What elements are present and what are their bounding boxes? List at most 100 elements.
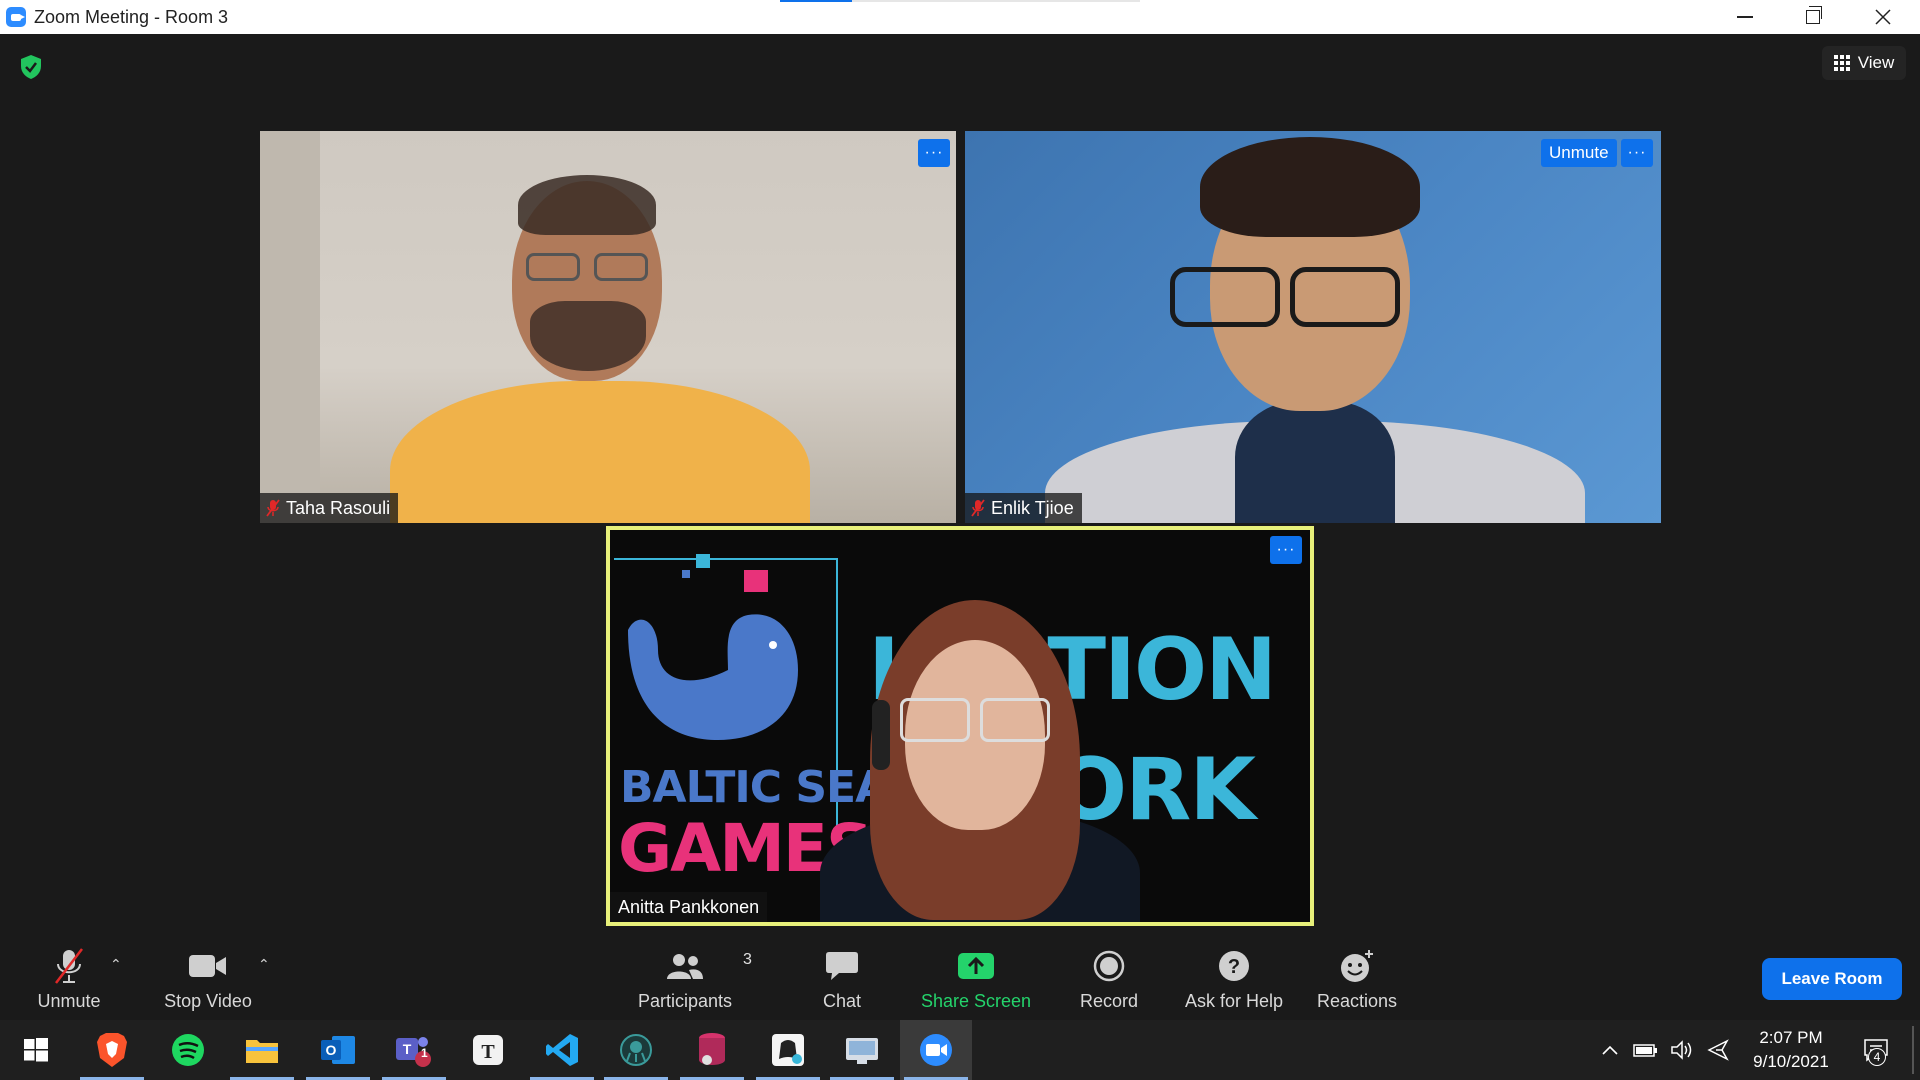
window-title: Zoom Meeting - Room 3 bbox=[34, 6, 229, 27]
battery-icon[interactable] bbox=[1630, 1020, 1662, 1080]
taskbar-gitkraken[interactable] bbox=[600, 1020, 672, 1080]
participants-count: 3 bbox=[743, 951, 752, 968]
seal-logo-icon bbox=[628, 614, 798, 740]
mic-muted-icon bbox=[266, 499, 280, 517]
security-shield-icon[interactable] bbox=[20, 54, 42, 80]
help-question-icon: ? bbox=[1219, 951, 1249, 981]
record-button[interactable]: Record bbox=[1066, 940, 1152, 1020]
airplane-mode-icon[interactable] bbox=[1702, 1020, 1734, 1080]
volume-icon[interactable] bbox=[1666, 1020, 1698, 1080]
start-button[interactable] bbox=[0, 1020, 72, 1080]
participant-name: Enlik Tjioe bbox=[991, 497, 1074, 518]
participant-name-label: Anitta Pankkonen bbox=[610, 892, 768, 922]
view-label: View bbox=[1857, 53, 1895, 72]
stop-video-button[interactable]: Stop Video bbox=[158, 940, 258, 1020]
windows-taskbar: O T 1 T 2:07 PM 9/10/2021 4 bbox=[0, 1020, 1920, 1080]
svg-text:T: T bbox=[403, 1041, 412, 1057]
unmute-label: Unmute bbox=[37, 991, 101, 1011]
record-icon bbox=[1093, 950, 1125, 982]
loading-bar bbox=[780, 0, 1140, 2]
participants-label: Participants bbox=[637, 991, 733, 1011]
taskbar-typora[interactable]: T bbox=[452, 1020, 524, 1080]
reactions-button[interactable]: Reactions bbox=[1310, 940, 1404, 1020]
database-icon bbox=[699, 1033, 725, 1065]
teams-notification-badge: 1 bbox=[421, 1046, 428, 1060]
close-button[interactable] bbox=[1848, 0, 1918, 34]
participants-button[interactable]: 3 Participants bbox=[630, 940, 752, 1020]
spotify-icon bbox=[172, 1034, 204, 1066]
participant-video bbox=[390, 381, 810, 523]
video-tile-enlik[interactable]: Unmute ··· Enlik Tjioe bbox=[965, 131, 1661, 523]
tray-overflow-chevron-icon[interactable] bbox=[1598, 1020, 1622, 1080]
taskbar-inkscape[interactable] bbox=[752, 1020, 824, 1080]
tile-more-button[interactable]: ··· bbox=[918, 139, 950, 167]
clock-time: 2:07 PM bbox=[1759, 1028, 1823, 1047]
inkscape-icon bbox=[772, 1034, 804, 1066]
participant-name-label: Taha Rasouli bbox=[260, 493, 399, 523]
meeting-area: View ··· Taha Rasouli Unmute ··· Enlik T… bbox=[0, 34, 1920, 940]
leave-room-button[interactable]: Leave Room bbox=[1762, 958, 1902, 1000]
taskbar-brave[interactable] bbox=[76, 1020, 148, 1080]
ask-for-help-label: Ask for Help bbox=[1184, 991, 1284, 1011]
taskbar-spotify[interactable] bbox=[152, 1020, 224, 1080]
chat-bubble-icon bbox=[826, 952, 858, 980]
close-icon bbox=[1875, 9, 1891, 25]
taskbar-remote-desktop[interactable] bbox=[826, 1020, 898, 1080]
reactions-label: Reactions bbox=[1316, 991, 1398, 1011]
chat-label: Chat bbox=[822, 991, 862, 1011]
bsg-baltic-text: BALTIC SEA bbox=[620, 762, 889, 813]
remote-desktop-icon bbox=[846, 1038, 878, 1064]
video-tile-anitta-active-speaker[interactable]: BALTIC SEA GAMES I BATION ORK ··· Anitta… bbox=[606, 526, 1314, 926]
svg-text:T: T bbox=[481, 1041, 495, 1063]
vscode-icon bbox=[546, 1034, 578, 1066]
mic-muted-icon bbox=[971, 499, 985, 517]
svg-text:O: O bbox=[326, 1042, 337, 1058]
tile-more-button[interactable]: ··· bbox=[1270, 536, 1302, 564]
participant-name: Anitta Pankkonen bbox=[618, 896, 760, 917]
windows-logo-icon bbox=[24, 1038, 48, 1062]
minimize-button[interactable] bbox=[1710, 0, 1780, 34]
svg-text:?: ? bbox=[1228, 956, 1240, 978]
video-camera-icon bbox=[189, 955, 226, 977]
outlook-icon: O bbox=[321, 1036, 355, 1064]
video-tile-taha[interactable]: ··· Taha Rasouli bbox=[260, 131, 956, 523]
mic-muted-icon bbox=[55, 948, 83, 984]
tile-more-button[interactable]: ··· bbox=[1621, 139, 1653, 167]
zoom-window: Zoom Meeting - Room 3 View ··· Taha Raso… bbox=[0, 0, 1920, 1080]
taskbar-file-explorer[interactable] bbox=[226, 1020, 298, 1080]
zoom-app-icon bbox=[6, 7, 26, 27]
taskbar-clock[interactable]: 2:07 PM 9/10/2021 bbox=[1736, 1026, 1846, 1074]
participant-name: Taha Rasouli bbox=[286, 497, 391, 518]
taskbar-teams[interactable]: T 1 bbox=[378, 1020, 450, 1080]
stop-video-label: Stop Video bbox=[164, 991, 252, 1011]
share-screen-label: Share Screen bbox=[920, 991, 1032, 1011]
gitkraken-icon bbox=[620, 1034, 652, 1066]
chat-button[interactable]: Chat bbox=[800, 940, 884, 1020]
meeting-toolbar: Unmute ⌃ Stop Video ⌃ 3 Participants Cha… bbox=[0, 940, 1920, 1020]
unmute-button[interactable]: Unmute bbox=[28, 940, 110, 1020]
title-bar: Zoom Meeting - Room 3 bbox=[0, 0, 1920, 34]
clock-date: 9/10/2021 bbox=[1753, 1052, 1829, 1071]
notification-count-badge: 4 bbox=[1868, 1048, 1886, 1066]
video-options-chevron-icon[interactable]: ⌃ bbox=[258, 956, 270, 973]
restore-button[interactable] bbox=[1778, 0, 1848, 34]
grid-view-icon bbox=[1833, 55, 1850, 71]
ask-for-help-button[interactable]: ? Ask for Help bbox=[1176, 940, 1292, 1020]
share-screen-icon bbox=[958, 953, 994, 979]
audio-options-chevron-icon[interactable]: ⌃ bbox=[110, 956, 122, 973]
show-desktop-button[interactable] bbox=[1912, 1026, 1914, 1074]
taskbar-outlook[interactable]: O bbox=[302, 1020, 374, 1080]
participants-icon bbox=[667, 954, 703, 979]
taskbar-database-tool[interactable] bbox=[676, 1020, 748, 1080]
participant-name-label: Enlik Tjioe bbox=[965, 493, 1082, 523]
taskbar-vscode[interactable] bbox=[526, 1020, 598, 1080]
folder-icon bbox=[246, 1040, 278, 1063]
view-button[interactable]: View bbox=[1822, 46, 1906, 80]
reactions-smiley-icon bbox=[1341, 950, 1373, 982]
unmute-participant-button[interactable]: Unmute bbox=[1541, 139, 1617, 167]
record-label: Record bbox=[1079, 991, 1139, 1011]
brave-lion-icon bbox=[97, 1033, 127, 1067]
typora-icon: T bbox=[473, 1035, 503, 1065]
share-screen-button[interactable]: Share Screen bbox=[916, 940, 1036, 1020]
taskbar-zoom[interactable] bbox=[900, 1020, 972, 1080]
